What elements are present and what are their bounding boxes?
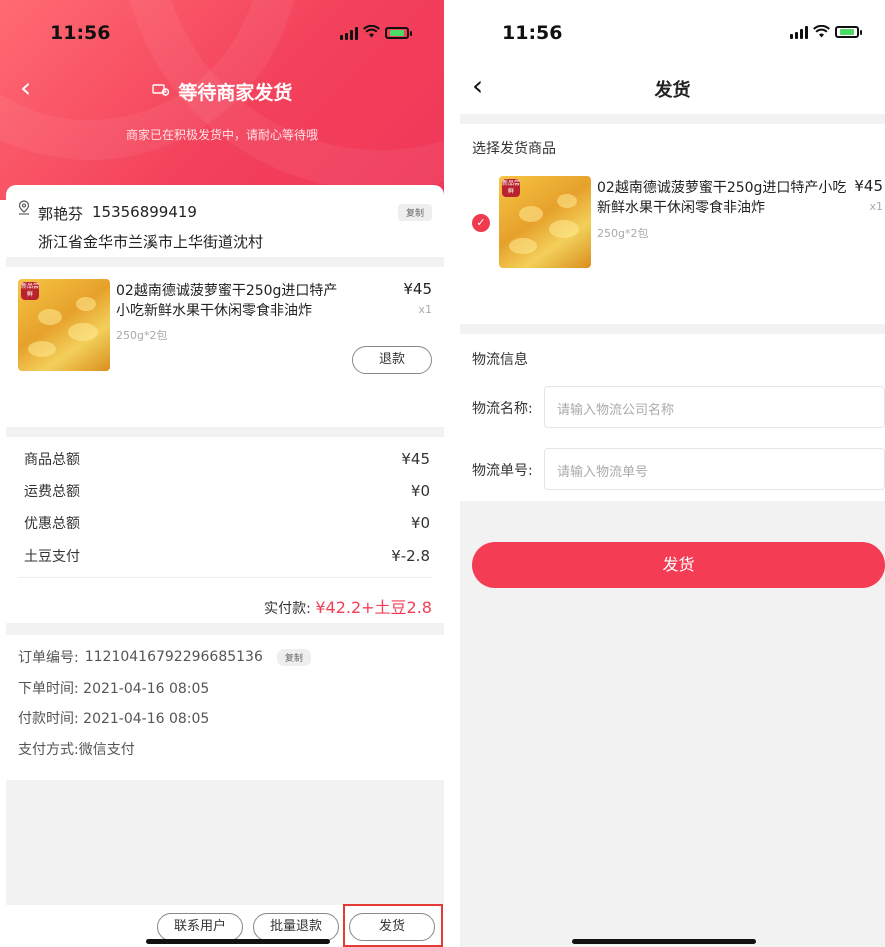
- copy-order-number-button[interactable]: 复制: [276, 648, 311, 666]
- copy-address-button[interactable]: 复制: [397, 204, 432, 221]
- recipient-name: 郭艳芬: [38, 205, 84, 223]
- divider: [6, 427, 444, 437]
- product-image: 新品尝鲜: [18, 279, 110, 371]
- total-row-discount: 优惠总额 ¥0: [24, 514, 430, 532]
- product-title[interactable]: 02越南德诚菠萝蜜干250g进口特产小吃 新鲜水果干休闲零食非油炸: [597, 178, 847, 218]
- submit-ship-button[interactable]: 发货: [472, 542, 885, 588]
- product-quantity: x1: [418, 303, 432, 316]
- wifi-icon: [363, 24, 380, 41]
- page-title: 等待商家发货: [0, 78, 444, 105]
- product-title[interactable]: 02越南德诚菠萝蜜干250g进口特产 小吃新鲜水果干休闲零食非油炸: [116, 281, 337, 321]
- signal-icon: [340, 26, 358, 40]
- total-row-goods: 商品总额 ¥45: [24, 450, 430, 468]
- selected-check-icon[interactable]: ✓: [472, 214, 490, 232]
- recipient-phone: 15356899419: [92, 203, 197, 221]
- product-price: ¥45: [403, 280, 432, 298]
- divider: [6, 623, 444, 635]
- divider: [460, 114, 885, 124]
- waiting-truck-icon: [151, 84, 175, 101]
- location-pin-icon: [18, 200, 30, 219]
- contact-user-button[interactable]: 联系用户: [157, 913, 243, 941]
- ship-button[interactable]: 发货: [349, 913, 435, 941]
- order-number: 订单编号: 11210416792296685136 复制: [18, 647, 311, 667]
- order-paid-time: 付款时间: 2021-04-16 08:05: [18, 711, 210, 727]
- home-indicator: [146, 939, 330, 944]
- logistics-company-input[interactable]: 请输入物流公司名称: [544, 386, 885, 428]
- battery-icon: [835, 26, 862, 38]
- address-detail: 浙江省金华市兰溪市上华街道沈村: [38, 233, 264, 251]
- total-row-shipping: 运费总额 ¥0: [24, 482, 430, 500]
- home-indicator: [572, 939, 756, 944]
- payment-method: 支付方式:微信支付: [18, 742, 135, 758]
- product-image: 新品尝鲜: [499, 176, 591, 268]
- page-subtitle: 商家已在积极发货中，请耐心等待哦: [125, 128, 318, 142]
- status-time: 11:56: [50, 22, 111, 44]
- select-goods-label: 选择发货商品: [472, 141, 556, 157]
- order-placed-time: 下单时间: 2021-04-16 08:05: [18, 681, 210, 697]
- page-title: 发货: [654, 80, 691, 101]
- paid-amount: 实付款: ¥42.2+土豆2.8: [264, 598, 432, 617]
- logistics-number-input[interactable]: 请输入物流单号: [544, 448, 885, 490]
- product-item: 新品尝鲜 02越南德诚菠萝蜜干250g进口特产 小吃新鲜水果干休闲零食非油炸 ¥…: [6, 267, 444, 427]
- product-badge: 新品尝鲜: [21, 282, 40, 300]
- divider: [460, 324, 885, 334]
- empty-area: [6, 780, 444, 905]
- total-row-potato-pay: 土豆支付 ¥-2.8: [24, 547, 430, 565]
- divider: [6, 257, 444, 267]
- ship-screen: 11:56 ‹ 发货 选择发货商品 ✓ 新品尝鲜 02越南德诚菠萝蜜干250g进…: [460, 0, 885, 947]
- product-spec: 250g*2包: [597, 227, 649, 240]
- status-time: 11:56: [502, 22, 563, 44]
- product-badge: 新品尝鲜: [502, 179, 521, 197]
- product-spec: 250g*2包: [116, 329, 168, 342]
- batch-refund-button[interactable]: 批量退款: [253, 913, 339, 941]
- totals-section: 商品总额 ¥45 运费总额 ¥0 优惠总额 ¥0 土豆支付 ¥-2.8 实付款: ¥42…: [6, 437, 444, 623]
- status-bar: 11:56: [460, 0, 885, 64]
- status-bar: 11:56: [0, 0, 444, 64]
- address-card: 郭艳芬 15356899419 复制 浙江省金华市兰溪市上华街道沈村: [6, 185, 444, 257]
- logistics-name-label: 物流名称:: [472, 401, 533, 417]
- wifi-icon: [813, 24, 830, 39]
- order-info-section: 订单编号: 11210416792296685136 复制 下单时间: 2021-…: [6, 635, 444, 780]
- product-quantity: x1: [869, 200, 883, 213]
- signal-icon: [790, 25, 808, 39]
- logistics-number-label: 物流单号:: [472, 463, 533, 479]
- refund-button[interactable]: 退款: [352, 346, 432, 374]
- battery-icon: [385, 27, 412, 39]
- logistics-section-title: 物流信息: [472, 352, 528, 368]
- order-detail-screen: 11:56 ‹ 等待商家发货 商家已在积极发货中，请耐心等待哦 郭艳芬 1535…: [0, 0, 444, 947]
- product-price: ¥45: [854, 177, 883, 195]
